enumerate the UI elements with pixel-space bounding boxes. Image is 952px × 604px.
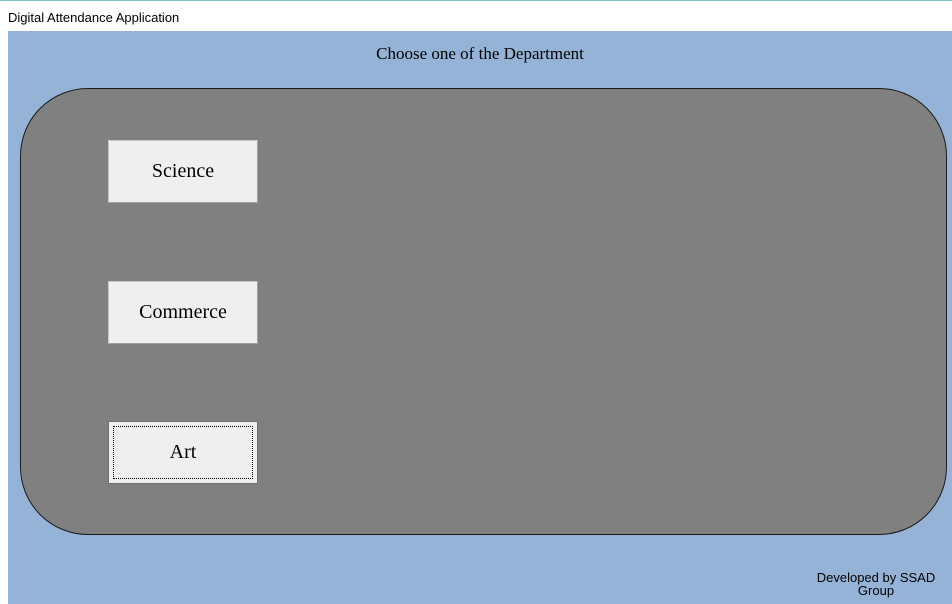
window-border (0, 31, 8, 604)
title-bar: Digital Attendance Application (0, 0, 952, 31)
science-button-label: Science (151, 160, 215, 182)
main-form: Choose one of the Department Science Com… (8, 31, 952, 604)
commerce-button[interactable]: Commerce (108, 281, 258, 344)
commerce-button-label: Commerce (139, 301, 227, 323)
app-window: Digital Attendance Application Choose on… (0, 0, 952, 604)
art-button[interactable]: Art (108, 421, 258, 484)
developer-credit-line2: Group (857, 583, 895, 598)
art-button-label: Art (169, 441, 197, 463)
window-title: Digital Attendance Application (8, 10, 180, 25)
developer-credit: Developed by SSAD Group (796, 571, 952, 597)
science-button[interactable]: Science (108, 140, 258, 203)
page-heading: Choose one of the Department (376, 44, 584, 63)
department-panel: Science Commerce Art (20, 88, 947, 535)
